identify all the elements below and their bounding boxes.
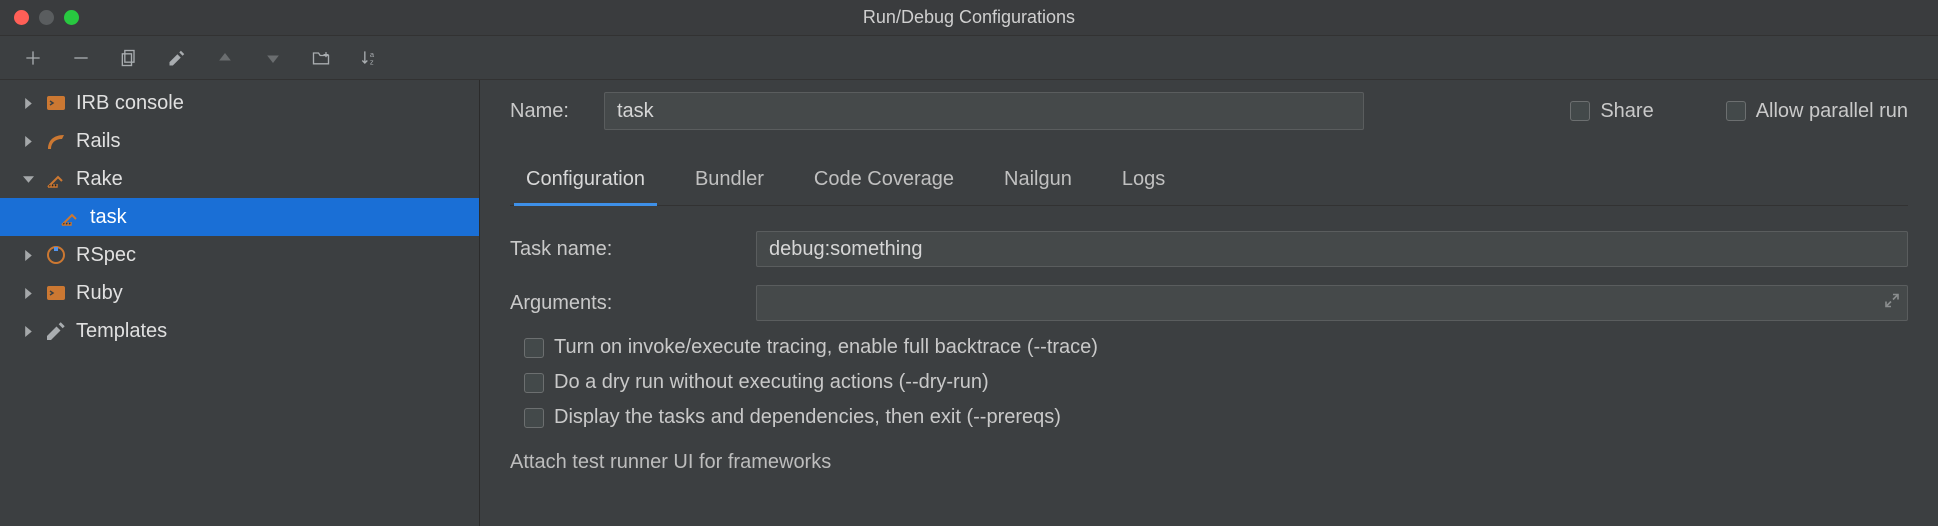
attach-test-runner-label: Attach test runner UI for frameworks [510, 451, 1908, 474]
checkbox-icon [524, 408, 544, 428]
tree-node-templates[interactable]: Templates [0, 312, 479, 350]
rspec-icon [44, 243, 68, 267]
ruby-icon [44, 281, 68, 305]
window-title: Run/Debug Configurations [0, 7, 1938, 28]
tree-label: Ruby [76, 282, 123, 305]
checkbox-label: Share [1600, 100, 1653, 123]
new-folder-button[interactable] [310, 47, 332, 69]
config-tree[interactable]: IRB console Rails Rake task RSpec Ruby [0, 80, 480, 526]
copy-config-button[interactable] [118, 47, 140, 69]
arguments-label: Arguments: [510, 292, 756, 315]
chevron-right-icon [18, 250, 38, 261]
checkbox-label: Allow parallel run [1756, 100, 1908, 123]
tree-node-rake-task[interactable]: task [0, 198, 479, 236]
checkbox-icon [524, 338, 544, 358]
tab-logs[interactable]: Logs [1118, 158, 1169, 205]
close-window-button[interactable] [14, 10, 29, 25]
config-toolbar: az [0, 36, 1938, 80]
tree-label: Rake [76, 168, 123, 191]
tab-bundler[interactable]: Bundler [691, 158, 768, 205]
checkbox-label: Turn on invoke/execute tracing, enable f… [554, 336, 1098, 359]
expand-icon[interactable] [1884, 293, 1900, 314]
tab-code-coverage[interactable]: Code Coverage [810, 158, 958, 205]
checkbox-icon [1570, 101, 1590, 121]
add-config-button[interactable] [22, 47, 44, 69]
wrench-icon [44, 319, 68, 343]
tree-label: Templates [76, 320, 167, 343]
move-down-button[interactable] [262, 47, 284, 69]
tab-configuration[interactable]: Configuration [522, 158, 649, 205]
chevron-right-icon [18, 136, 38, 147]
tree-label: IRB console [76, 92, 184, 115]
tree-label: RSpec [76, 244, 136, 267]
share-checkbox[interactable]: Share [1570, 100, 1653, 123]
title-bar: Run/Debug Configurations [0, 0, 1938, 36]
task-name-input[interactable] [756, 231, 1908, 267]
sort-button[interactable]: az [358, 47, 380, 69]
edit-defaults-button[interactable] [166, 47, 188, 69]
dry-run-checkbox[interactable]: Do a dry run without executing actions (… [524, 371, 1908, 394]
checkbox-icon [524, 373, 544, 393]
maximize-window-button[interactable] [64, 10, 79, 25]
chevron-right-icon [18, 288, 38, 299]
svg-text:z: z [370, 57, 374, 66]
config-panel: Name: Share Allow parallel run Configura… [480, 80, 1938, 526]
tree-node-irb-console[interactable]: IRB console [0, 84, 479, 122]
remove-config-button[interactable] [70, 47, 92, 69]
tree-label: Rails [76, 130, 120, 153]
task-name-label: Task name: [510, 238, 756, 261]
checkbox-label: Display the tasks and dependencies, then… [554, 406, 1061, 429]
name-input[interactable] [604, 92, 1364, 130]
config-tabs: Configuration Bundler Code Coverage Nail… [510, 158, 1908, 206]
prereqs-checkbox[interactable]: Display the tasks and dependencies, then… [524, 406, 1908, 429]
rails-icon [44, 129, 68, 153]
rake-icon [44, 167, 68, 191]
tab-nailgun[interactable]: Nailgun [1000, 158, 1076, 205]
rake-icon [58, 205, 82, 229]
checkbox-label: Do a dry run without executing actions (… [554, 371, 989, 394]
checkbox-icon [1726, 101, 1746, 121]
move-up-button[interactable] [214, 47, 236, 69]
irb-icon [44, 91, 68, 115]
tree-node-rails[interactable]: Rails [0, 122, 479, 160]
tree-node-rspec[interactable]: RSpec [0, 236, 479, 274]
allow-parallel-run-checkbox[interactable]: Allow parallel run [1726, 100, 1908, 123]
window-controls [14, 10, 79, 25]
tree-node-rake[interactable]: Rake [0, 160, 479, 198]
chevron-right-icon [18, 326, 38, 337]
chevron-right-icon [18, 98, 38, 109]
arguments-input[interactable] [756, 285, 1908, 321]
chevron-down-icon [18, 174, 38, 185]
minimize-window-button[interactable] [39, 10, 54, 25]
tree-node-ruby[interactable]: Ruby [0, 274, 479, 312]
name-label: Name: [510, 100, 580, 123]
trace-checkbox[interactable]: Turn on invoke/execute tracing, enable f… [524, 336, 1908, 359]
tree-label: task [90, 206, 127, 229]
